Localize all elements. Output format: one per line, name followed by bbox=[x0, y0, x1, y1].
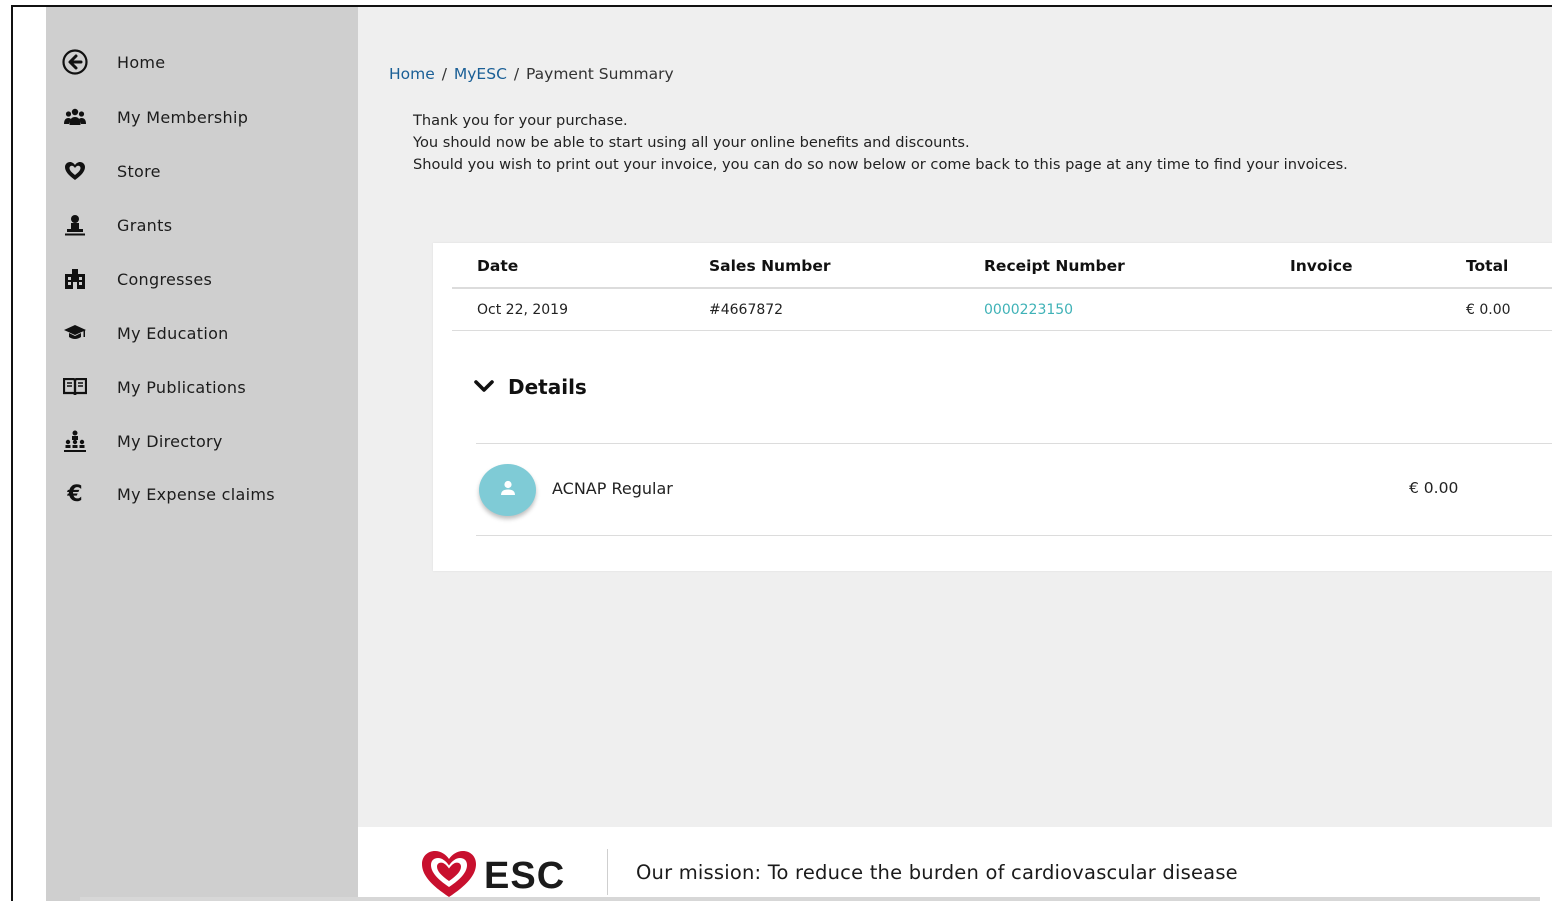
sidebar-item-my-membership[interactable]: My Membership bbox=[46, 103, 358, 131]
intro-line: Thank you for your purchase. bbox=[413, 112, 628, 129]
logo-text: ESC bbox=[484, 854, 566, 897]
sidebar-item-grants[interactable]: Grants bbox=[46, 211, 358, 239]
sidebar-item-label: My Membership bbox=[117, 107, 249, 127]
user-icon bbox=[499, 479, 517, 501]
column-header-sales-number: Sales Number bbox=[709, 257, 831, 275]
cell-date: Oct 22, 2019 bbox=[477, 302, 568, 318]
sidebar-item-label: Grants bbox=[117, 215, 173, 235]
product-name: ACNAP Regular bbox=[552, 479, 673, 498]
footer: ESC Our mission: To reduce the burden of… bbox=[358, 827, 1552, 901]
breadcrumb-separator: / bbox=[513, 65, 520, 83]
sidebar-item-my-education[interactable]: My Education bbox=[46, 319, 358, 347]
breadcrumb-current: Payment Summary bbox=[526, 65, 674, 83]
breadcrumb-home-link[interactable]: Home bbox=[389, 65, 435, 83]
column-header-date: Date bbox=[477, 257, 519, 275]
breadcrumb-myesc-link[interactable]: MyESC bbox=[454, 65, 507, 83]
sidebar-item-label: Home bbox=[117, 52, 166, 72]
sidebar-item-congresses[interactable]: Congresses bbox=[46, 265, 358, 293]
column-header-invoice: Invoice bbox=[1290, 257, 1353, 275]
intro-line: Should you wish to print out your invoic… bbox=[413, 156, 1348, 173]
sidebar-item-my-publications[interactable]: My Publications bbox=[46, 373, 358, 401]
sidebar-item-label: My Publications bbox=[117, 377, 246, 397]
users-icon bbox=[62, 104, 88, 130]
breadcrumb: Home / MyESC / Payment Summary bbox=[389, 65, 674, 83]
column-header-receipt-number: Receipt Number bbox=[984, 257, 1125, 275]
table-header: Date Sales Number Receipt Number Invoice… bbox=[452, 243, 1552, 289]
table-row: Oct 22, 2019 #4667872 0000223150 € 0.00 bbox=[452, 289, 1552, 331]
payment-summary-card: Date Sales Number Receipt Number Invoice… bbox=[433, 243, 1552, 571]
details-label: Details bbox=[508, 375, 587, 399]
sidebar-item-label: Store bbox=[117, 161, 161, 181]
avatar bbox=[479, 464, 536, 516]
heart-icon bbox=[62, 158, 88, 184]
building-icon bbox=[62, 266, 88, 292]
app-frame: Home My Membership Store Grants Congress… bbox=[11, 5, 1552, 901]
sidebar-item-label: Congresses bbox=[117, 269, 213, 289]
footer-divider bbox=[607, 849, 608, 895]
cell-total: € 0.00 bbox=[1466, 302, 1511, 318]
back-arrow-circle-icon bbox=[62, 49, 88, 75]
intro-message: Thank you for your purchase. You should … bbox=[413, 110, 1348, 176]
sidebar-item-label: My Directory bbox=[117, 431, 223, 451]
sitemap-icon bbox=[62, 428, 88, 454]
esc-heart-logo-icon bbox=[420, 849, 478, 901]
divider bbox=[476, 535, 1552, 536]
sidebar-item-label: My Expense claims bbox=[117, 484, 275, 504]
sidebar-item-home[interactable]: Home bbox=[46, 48, 358, 76]
sidebar-item-my-directory[interactable]: My Directory bbox=[46, 427, 358, 455]
product-price: € 0.00 bbox=[1409, 479, 1459, 497]
sidebar: Home My Membership Store Grants Congress… bbox=[46, 7, 358, 901]
sidebar-item-label: My Education bbox=[117, 323, 229, 343]
cell-sales-number: #4667872 bbox=[709, 302, 784, 318]
divider bbox=[476, 443, 1552, 444]
receipt-number-link[interactable]: 0000223150 bbox=[984, 302, 1073, 318]
sidebar-item-my-expense-claims[interactable]: € My Expense claims bbox=[46, 480, 358, 508]
column-header-total: Total bbox=[1466, 257, 1509, 275]
euro-icon: € bbox=[67, 481, 83, 507]
sidebar-item-store[interactable]: Store bbox=[46, 157, 358, 185]
esc-logo[interactable]: ESC bbox=[420, 849, 565, 901]
breadcrumb-separator: / bbox=[441, 65, 447, 83]
book-icon bbox=[62, 374, 88, 400]
horizontal-scrollbar[interactable] bbox=[80, 897, 1540, 901]
mission-statement: Our mission: To reduce the burden of car… bbox=[636, 861, 1238, 884]
intro-line: You should now be able to start using al… bbox=[413, 134, 970, 151]
details-toggle[interactable]: Details bbox=[474, 375, 587, 399]
person-stamp-icon bbox=[62, 212, 88, 238]
main-content: Home / MyESC / Payment Summary Thank you… bbox=[358, 7, 1552, 827]
graduation-cap-icon bbox=[62, 320, 88, 346]
left-strip bbox=[13, 7, 46, 901]
chevron-down-icon bbox=[474, 378, 494, 397]
